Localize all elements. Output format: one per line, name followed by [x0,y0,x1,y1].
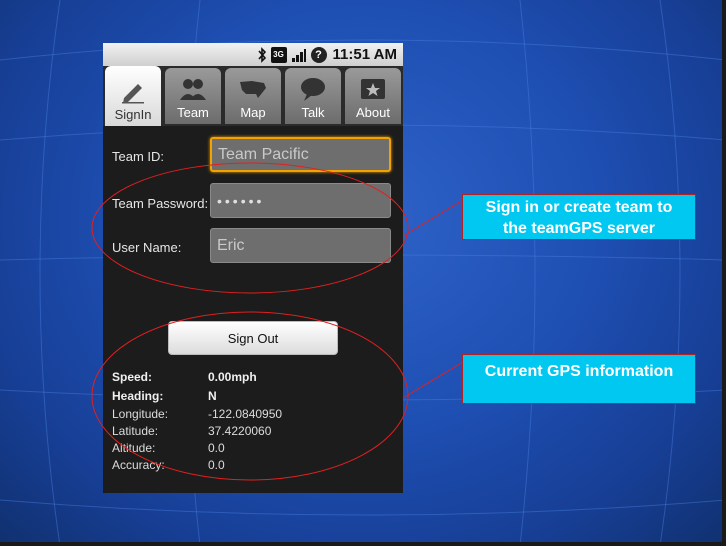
gps-value: -122.0840950 [208,407,283,421]
gps-value: 37.4220060 [208,424,272,438]
tab-label: Talk [301,105,325,120]
team-password-input[interactable]: •••••• [210,183,391,218]
speech-bubble-icon [301,78,325,101]
gps-key: Altitude: [112,441,156,455]
tab-label: Team [177,105,209,120]
callout-line: the teamGPS server [502,220,656,237]
gps-key: Longitude: [112,407,169,421]
tab-label: Map [240,105,266,120]
gps-latitude-row: Latitude: 37.4220060 [112,424,392,440]
sign-out-button[interactable]: Sign Out [168,321,338,355]
gps-key: Heading: [112,389,164,403]
gps-key: Speed: [112,370,153,384]
tab-label: SignIn [114,107,152,122]
gps-callout: Current GPS information [462,354,696,404]
phone-screen: 3G ? 11:51 AM SignIn Team Map Talk About… [103,43,403,493]
signal-strength-icon [291,47,307,63]
team-password-label: Team Password: [112,196,209,211]
bluetooth-icon [257,46,267,63]
gps-key: Latitude: [112,424,159,438]
signin-panel: Team ID: Team Pacific Team Password: •••… [103,126,403,493]
tab-about[interactable]: About [345,68,401,124]
callout-line: Sign in or create team to [485,199,673,216]
clock-time: 11:51 AM [332,46,397,63]
gps-speed-row: Speed: 0.00mph [112,370,392,386]
slide-frame-right [722,0,726,546]
gps-value: 0.0 [208,441,225,455]
tab-bar: SignIn Team Map Talk About [103,66,403,126]
gps-key: Accuracy: [112,458,165,472]
gps-longitude-row: Longitude: -122.0840950 [112,407,392,423]
pencil-icon [122,84,144,104]
tab-talk[interactable]: Talk [285,68,341,124]
gps-heading-row: Heading: N [112,389,392,405]
gps-value: 0.00mph [208,370,257,384]
callout-line: Current GPS information [484,363,674,380]
gps-altitude-row: Altitude: 0.0 [112,441,392,457]
slide-frame-bottom [0,542,726,546]
user-name-label: User Name: [112,240,182,255]
tab-map[interactable]: Map [225,68,281,124]
signin-callout: Sign in or create team to the teamGPS se… [462,194,696,240]
gps-value: 0.0 [208,458,225,472]
team-id-input[interactable]: Team Pacific [210,137,391,172]
tab-team[interactable]: Team [165,68,221,124]
gps-accuracy-row: Accuracy: 0.0 [112,458,392,474]
star-icon [361,79,385,99]
help-icon: ? [310,46,327,63]
gps-value: N [208,389,217,403]
user-name-input[interactable]: Eric [210,228,391,263]
tab-signin[interactable]: SignIn [105,66,161,126]
team-id-label: Team ID: [112,149,165,164]
status-bar: 3G ? 11:51 AM [103,43,403,66]
us-map-icon [240,81,266,98]
people-icon [180,79,206,100]
tab-label: About [356,105,390,120]
network-3g-icon: 3G [270,46,287,63]
